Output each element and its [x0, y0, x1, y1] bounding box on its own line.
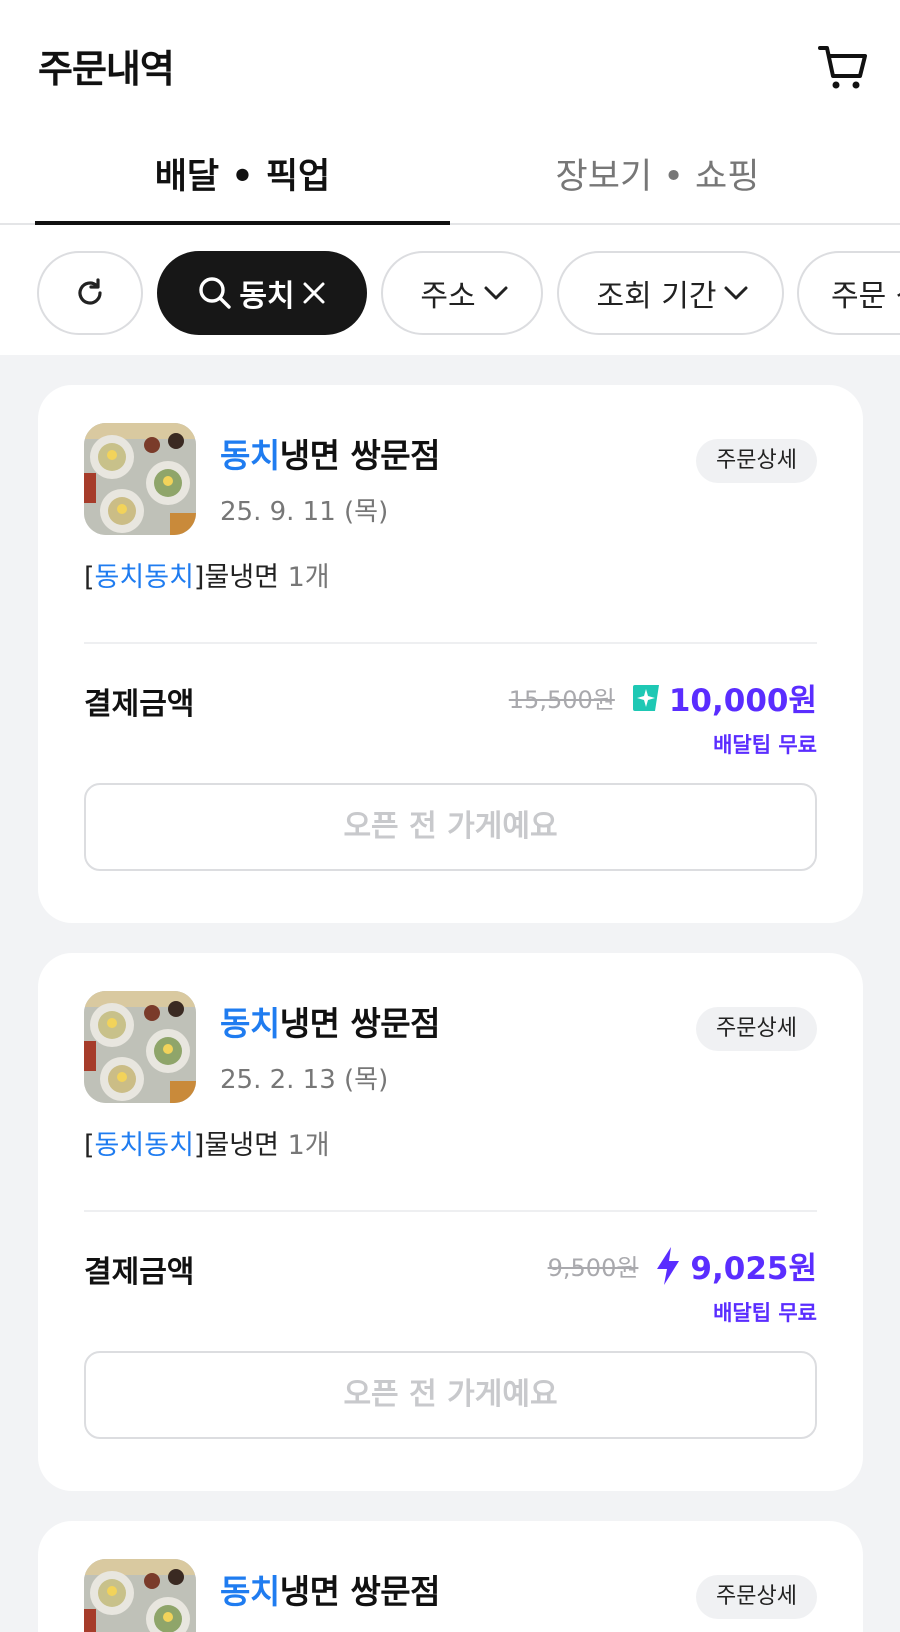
order-detail-button[interactable]: 주문상세 — [696, 1575, 817, 1619]
store-thumbnail[interactable] — [84, 1559, 196, 1632]
item-highlight: 동치동치 — [94, 562, 194, 593]
store-closed-button: 오픈 전 가게예요 — [84, 783, 817, 871]
order-card: 동치냉면 쌍문점 주문상세 — [38, 1521, 863, 1632]
store-name-highlight: 동치 — [220, 1004, 280, 1043]
original-price: 9,500원 — [547, 1254, 639, 1282]
lightning-icon — [657, 1246, 680, 1285]
payment-label: 결제금액 — [84, 687, 195, 722]
delivery-fee: 배달팁 무료 — [713, 733, 817, 757]
store-name[interactable]: 동치냉면 쌍문점 — [220, 997, 441, 1045]
order-filter-chip[interactable]: 주문 상 — [797, 251, 900, 335]
order-card: 동치냉면 쌍문점 25. 9. 11 (목) 주문상세 [동치동치]물냉면 1개… — [38, 385, 863, 923]
tab-bar: 배달 • 픽업 장보기 • 쇼핑 — [0, 130, 900, 225]
chevron-down-icon — [724, 286, 748, 300]
price-row: 9,500원 9,025원 — [548, 1243, 817, 1288]
store-thumbnail[interactable] — [84, 423, 196, 535]
search-filter-chip[interactable]: 동치 — [157, 251, 367, 335]
original-price: 15,500원 — [508, 686, 615, 714]
search-chip-label: 동치 — [239, 279, 295, 314]
search-icon — [199, 277, 232, 309]
store-closed-button: 오픈 전 가게예요 — [84, 1351, 817, 1439]
close-icon[interactable] — [301, 280, 327, 306]
order-card: 동치냉면 쌍문점 25. 2. 13 (목) 주문상세 [동치동치]물냉면 1개… — [38, 953, 863, 1491]
refresh-icon — [78, 278, 102, 305]
sparkle-badge-icon — [632, 684, 659, 711]
divider — [84, 1210, 817, 1212]
refresh-button[interactable] — [37, 251, 143, 335]
store-name[interactable]: 동치냉면 쌍문점 — [220, 1565, 441, 1613]
divider — [84, 642, 817, 644]
item-name: ]물냉면 — [193, 562, 279, 593]
order-date: 25. 9. 11 (목) — [220, 497, 389, 527]
order-detail-button[interactable]: 주문상세 — [696, 439, 817, 483]
order-date: 25. 2. 13 (목) — [220, 1065, 389, 1095]
item-bracket: [ — [84, 562, 95, 593]
price-row: 15,500원 10,000원 — [509, 675, 817, 720]
store-name-highlight: 동치 — [220, 1572, 280, 1611]
item-quantity: 1개 — [287, 562, 330, 593]
final-price: 10,000원 — [668, 683, 817, 719]
tab-delivery-pickup[interactable]: 배달 • 픽업 — [35, 130, 450, 225]
order-items: [동치동치]물냉면 1개 — [84, 1123, 330, 1162]
store-name-rest: 냉면 쌍문점 — [279, 436, 441, 475]
order-detail-button[interactable]: 주문상세 — [696, 1007, 817, 1051]
top-bar: 주문내역 배달 • 픽업 장보기 • 쇼핑 동치 주소 조회 기간 주문 — [0, 0, 900, 355]
address-chip-label: 주소 — [420, 279, 476, 314]
payment-label: 결제금액 — [84, 1255, 195, 1290]
item-highlight: 동치동치 — [94, 1130, 194, 1161]
order-items: [동치동치]물냉면 1개 — [84, 555, 330, 594]
store-name-rest: 냉면 쌍문점 — [279, 1004, 441, 1043]
period-filter-chip[interactable]: 조회 기간 — [557, 251, 784, 335]
filter-bar: 동치 주소 조회 기간 주문 상 — [0, 225, 900, 355]
store-name[interactable]: 동치냉면 쌍문점 — [220, 429, 441, 477]
item-quantity: 1개 — [287, 1130, 330, 1161]
header: 주문내역 — [0, 0, 900, 130]
cart-icon[interactable] — [816, 40, 870, 94]
store-name-rest: 냉면 쌍문점 — [279, 1572, 441, 1611]
tab-shopping[interactable]: 장보기 • 쇼핑 — [450, 130, 865, 223]
page-title: 주문내역 — [38, 47, 175, 91]
address-filter-chip[interactable]: 주소 — [381, 251, 543, 335]
store-name-highlight: 동치 — [220, 436, 280, 475]
item-bracket: [ — [84, 1130, 95, 1161]
chevron-down-icon — [484, 286, 508, 300]
store-thumbnail[interactable] — [84, 991, 196, 1103]
final-price: 9,025원 — [690, 1251, 817, 1287]
order-chip-label: 주문 상 — [831, 279, 900, 314]
item-name: ]물냉면 — [193, 1130, 279, 1161]
delivery-fee: 배달팁 무료 — [713, 1301, 817, 1325]
period-chip-label: 조회 기간 — [596, 279, 717, 314]
